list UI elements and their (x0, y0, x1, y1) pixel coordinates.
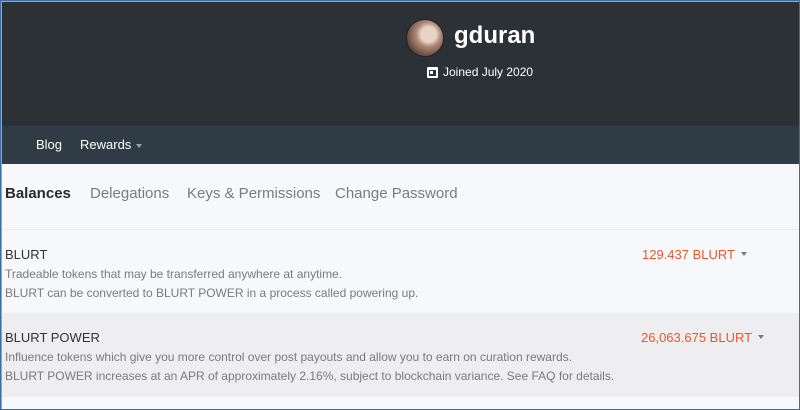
balance-row-blurt-power: BLURT POWER Influence tokens which give … (2, 313, 799, 397)
balance-description: Tradeable tokens that may be transferred… (5, 267, 343, 281)
avatar[interactable] (406, 19, 444, 57)
balance-title: BLURT POWER (5, 330, 100, 345)
wallet-tabs: Balances Delegations Keys & Permissions … (2, 164, 799, 230)
balance-description: BLURT can be converted to BLURT POWER in… (5, 286, 419, 300)
page-frame: gduran Joined July 2020 Blog Rewards Bal… (1, 1, 799, 409)
username: gduran (454, 22, 536, 49)
blurt-power-amount-dropdown[interactable]: 26,063.675 BLURT (641, 330, 765, 345)
chevron-down-icon (741, 251, 747, 256)
content-bottom (2, 397, 799, 409)
tab-change-password[interactable]: Change Password (335, 185, 458, 202)
balance-row-blurt: BLURT Tradeable tokens that may be trans… (2, 230, 799, 313)
balance-amount: 26,063.675 BLURT (641, 330, 753, 345)
calendar-icon (427, 66, 438, 78)
chevron-down-icon (758, 334, 765, 339)
joined-date: Joined July 2020 (427, 65, 533, 79)
balance-description: Influence tokens which give you more con… (5, 350, 572, 364)
profile-nav: Blog Rewards (2, 126, 799, 164)
nav-rewards-label: Rewards (80, 137, 132, 152)
tab-delegations[interactable]: Delegations (90, 185, 169, 202)
balance-description: BLURT POWER increases at an APR of appro… (5, 369, 615, 383)
profile-header: gduran Joined July 2020 (2, 2, 799, 126)
joined-text: Joined July 2020 (443, 65, 534, 79)
tab-balances[interactable]: Balances (5, 185, 71, 202)
tab-keys-permissions[interactable]: Keys & Permissions (187, 185, 320, 202)
nav-blog[interactable]: Blog (36, 137, 62, 152)
nav-rewards-dropdown[interactable]: Rewards (80, 137, 143, 152)
balance-title: BLURT (5, 247, 48, 262)
balance-amount: 129.437 BLURT (642, 247, 735, 262)
blurt-amount-dropdown[interactable]: 129.437 BLURT (642, 247, 747, 262)
chevron-down-icon (136, 143, 143, 148)
